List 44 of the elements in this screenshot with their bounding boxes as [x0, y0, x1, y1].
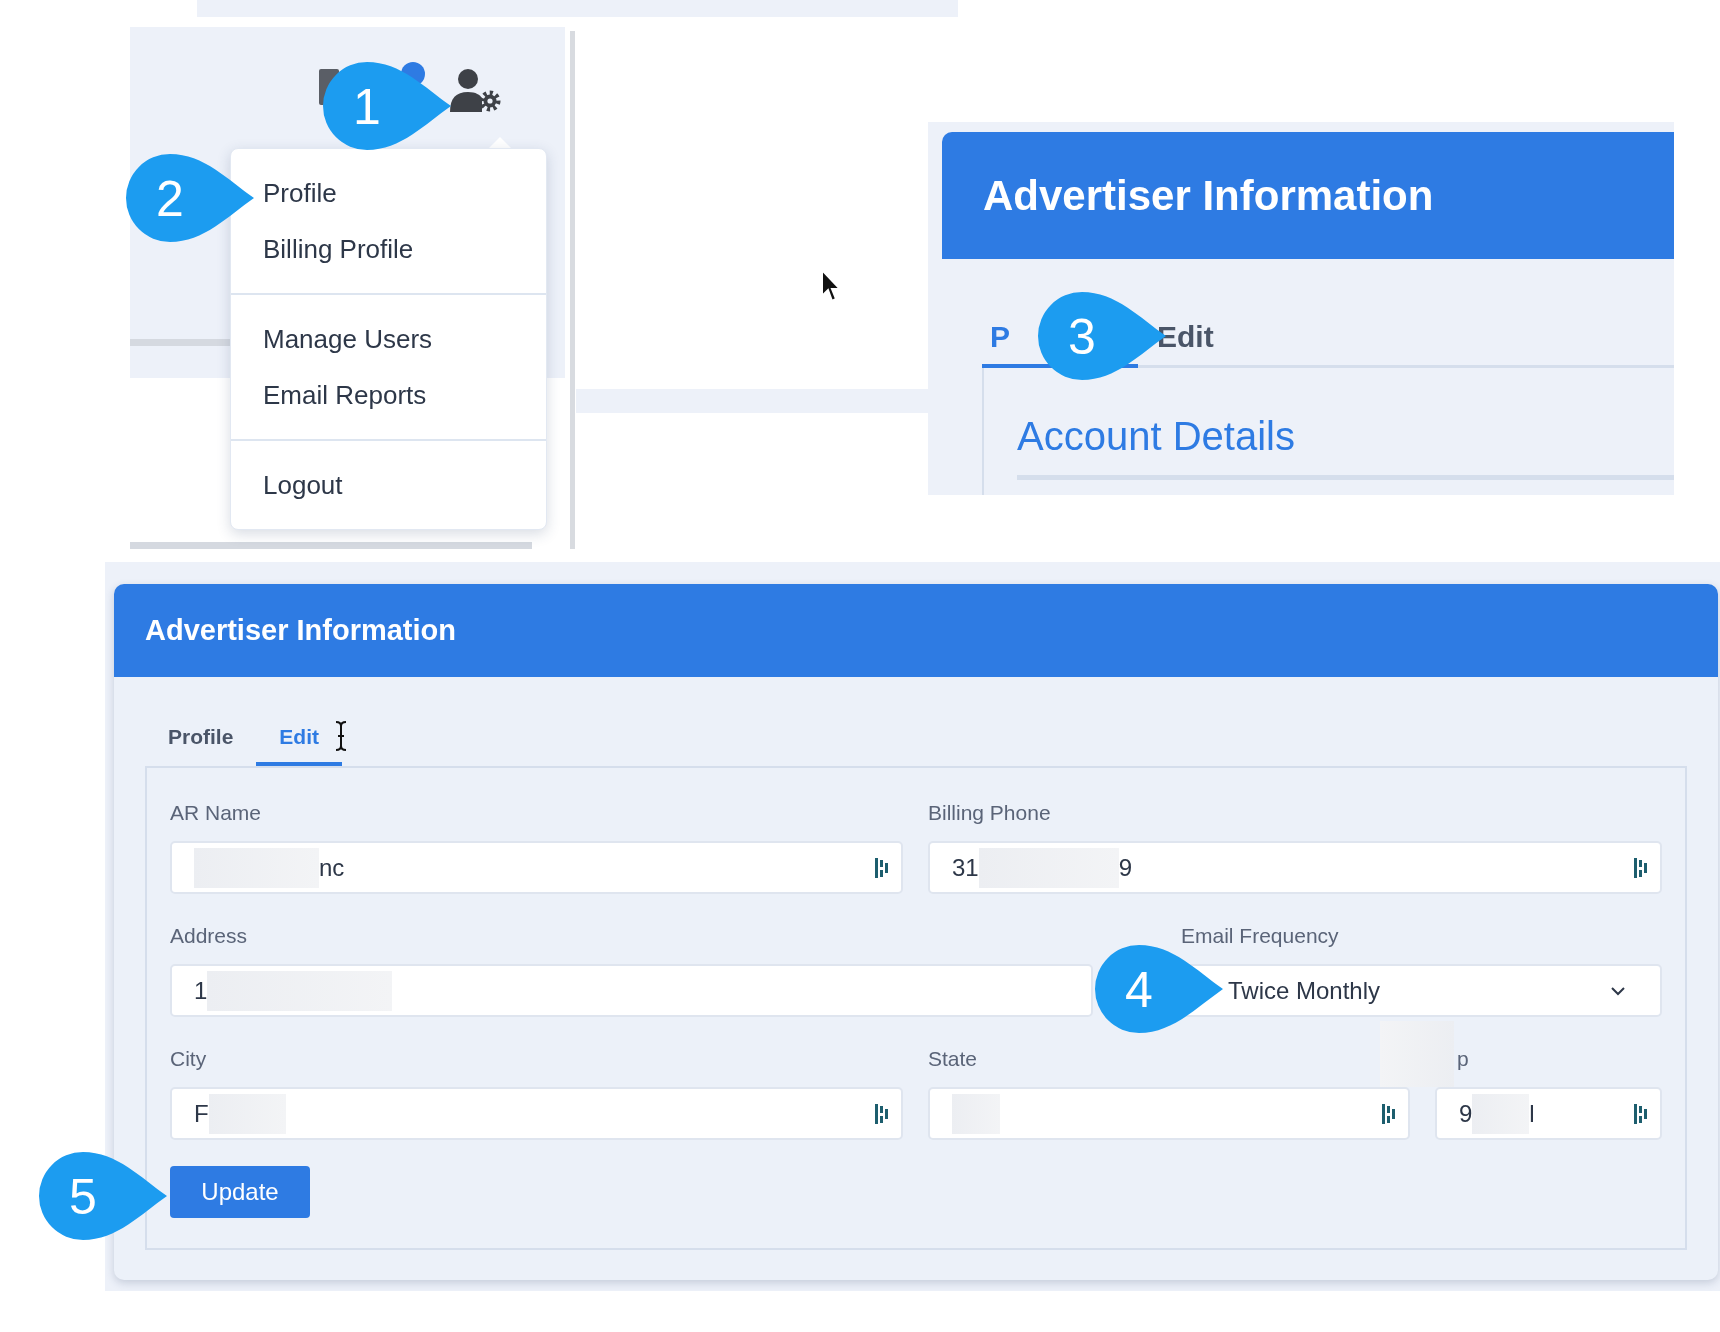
update-button[interactable]: Update	[170, 1166, 310, 1218]
section-heading: Account Details	[1017, 414, 1296, 459]
field-label: State	[928, 1046, 978, 1072]
field-value: 31	[952, 853, 979, 882]
tab[interactable]: Edit	[256, 720, 343, 766]
step-callout: 5	[37, 1150, 169, 1242]
autofill-icon[interactable]	[1634, 1104, 1648, 1124]
field-value: 9	[1459, 1099, 1473, 1128]
user-settings-icon[interactable]	[450, 68, 502, 113]
autofill-icon[interactable]	[875, 858, 889, 878]
autofill-icon[interactable]	[1382, 1104, 1396, 1124]
input-field[interactable]: nc	[170, 841, 903, 894]
field-value: F	[194, 1099, 209, 1128]
menu-item[interactable]: Logout	[263, 457, 343, 513]
input-field[interactable]: 31 9	[928, 841, 1662, 894]
input-field[interactable]: 9 l	[1435, 1087, 1662, 1140]
input-field[interactable]	[928, 1087, 1410, 1140]
menu-item[interactable]: Manage Users	[263, 311, 433, 367]
chevron-down-icon	[1610, 986, 1626, 996]
field-value: 1	[194, 976, 208, 1005]
field-label: Address	[170, 923, 248, 949]
menu-item[interactable]: Profile	[263, 165, 337, 221]
tab[interactable]: Edit	[1157, 315, 1214, 365]
card-title: Advertiser Information	[145, 614, 456, 647]
step-callout: 4	[1093, 943, 1225, 1035]
tab[interactable]: P	[990, 315, 1010, 365]
autofill-icon[interactable]	[875, 1104, 889, 1124]
menu-item[interactable]: Email Reports	[263, 367, 427, 423]
field-label: AR Name	[170, 800, 262, 826]
input-field[interactable]: F	[170, 1087, 903, 1140]
menu-item[interactable]: Billing Profile	[263, 221, 414, 277]
text-cursor-icon	[334, 720, 348, 752]
field-value: nc	[319, 853, 345, 882]
field-label: Billing Phone	[928, 800, 1051, 826]
card-title: Advertiser Information	[983, 171, 1434, 220]
field-label: p	[1457, 1046, 1469, 1072]
field-value: 9	[1118, 853, 1133, 882]
tab[interactable]: Profile	[145, 720, 257, 766]
autofill-icon[interactable]	[1634, 858, 1648, 878]
step-callout: 2	[124, 152, 256, 244]
field-value: l	[1529, 1099, 1535, 1128]
input-field[interactable]: 1	[170, 964, 1093, 1017]
field-label: City	[170, 1046, 207, 1072]
step-callout: 1	[321, 60, 453, 152]
